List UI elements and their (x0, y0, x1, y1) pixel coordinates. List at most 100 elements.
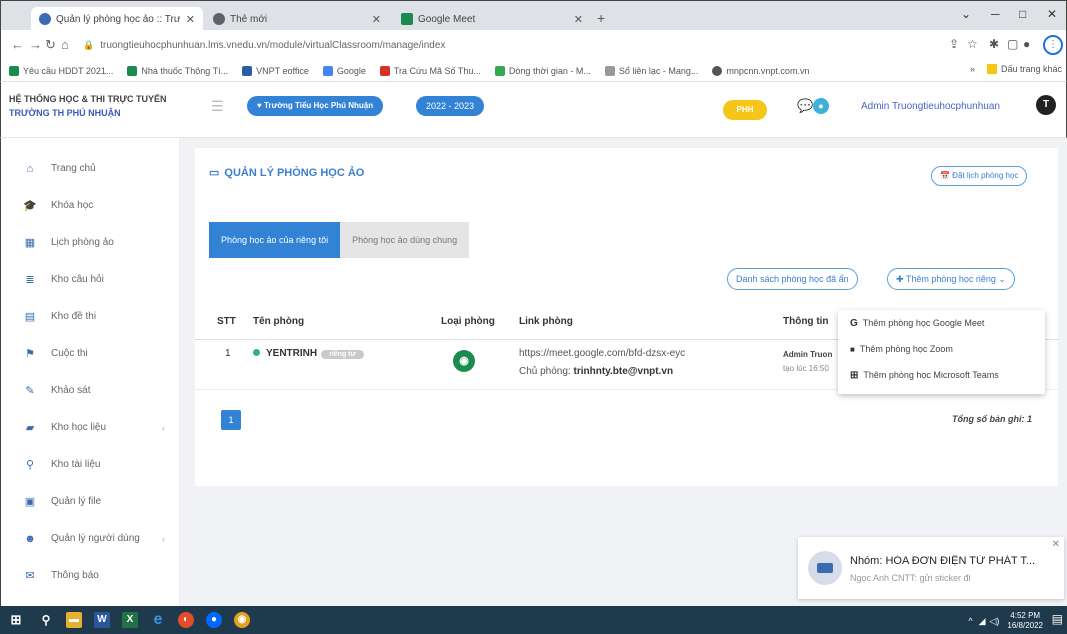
bookmark-item[interactable]: Sổ liên lạc - Mang... (604, 65, 698, 76)
sidebar-item[interactable]: ⚲ Kho tài liệu (1, 446, 179, 483)
reload-icon[interactable]: ↻ (45, 37, 56, 53)
chrome-icon[interactable]: ◉ (234, 612, 250, 628)
zalo-icon[interactable]: ● (206, 612, 222, 628)
bookmark-item[interactable]: Nhà thuốc Thông Tí... (127, 65, 228, 76)
sidebar-item[interactable]: ≣ Kho câu hỏi (1, 261, 179, 298)
forward-icon[interactable]: → (29, 37, 42, 52)
total-records: Tổng số bản ghi: 1 (952, 414, 1032, 424)
school-year-selector[interactable]: 2022 - 2023 (416, 96, 485, 116)
tab-google-meet[interactable]: Google Meet ✕ (393, 7, 591, 31)
sidebar-item[interactable]: ✉ Thông báo (1, 557, 179, 594)
zoom-camera-icon: ■ (850, 344, 855, 354)
bookmark-item[interactable]: Dòng thời gian - M... (494, 65, 591, 76)
bookmarks-bar: Yêu cầu HDDT 2021... Nhà thuốc Thông Tí.… (0, 60, 1067, 82)
file-explorer-icon[interactable]: ▬ (66, 612, 82, 628)
tray-arrow-icon[interactable]: ^ (968, 616, 972, 626)
tab-my-rooms[interactable]: Phòng học ảo của riêng tôi (209, 222, 341, 258)
home-browser-icon[interactable]: ⌂ (61, 37, 69, 52)
close-tab-icon[interactable]: ✕ (574, 13, 583, 26)
system-title: HỆ THỐNG HỌC & THI TRỰC TUYẾN (9, 94, 167, 104)
bookmark-item[interactable]: VNPT eoffice (242, 65, 309, 76)
paperclip-icon: ⚲ (25, 459, 35, 471)
notification-bell-icon[interactable]: ● (813, 98, 829, 114)
bookmark-item[interactable]: mnpcnn.vnpt.com.vn (712, 65, 809, 76)
sidebar-item-label: Kho câu hỏi (51, 274, 104, 285)
pagination-page-1[interactable]: 1 (221, 410, 241, 430)
sidebar-item[interactable]: ▤ Kho đề thi (1, 298, 179, 335)
sidebar-item[interactable]: 🎓 Khóa học (1, 187, 179, 224)
close-tab-icon[interactable]: ✕ (372, 13, 381, 26)
close-window-icon[interactable]: ✕ (1047, 7, 1057, 21)
tab-search-icon[interactable]: ⌄ (961, 7, 971, 21)
tab-new-tab[interactable]: Thẻ mới ✕ (205, 7, 389, 31)
chevron-icon: ‹ (162, 422, 165, 433)
windows-start-icon[interactable]: ⊞ (8, 612, 24, 628)
back-icon[interactable]: ← (11, 37, 24, 52)
library-icon: ▰ (25, 422, 35, 434)
chat-notification-toast[interactable]: Nhóm: HÓA ĐƠN ĐIỆN TỬ PHÁT T... Ngọc Anh… (798, 537, 1064, 599)
minimize-icon[interactable]: ─ (991, 7, 1000, 21)
close-toast-icon[interactable]: ✕ (1052, 539, 1060, 550)
column-room-type: Loại phòng (441, 316, 495, 327)
browser-menu-icon[interactable]: ⋮ (1043, 35, 1063, 55)
row-number: 1 (225, 348, 231, 359)
sidebar: ⌂ Trang chủ 🎓 Khóa học ▦ Lịch phòng ảo ≣ Kho câ… (0, 138, 180, 606)
extensions-icon[interactable]: ✱ (989, 37, 999, 51)
internet-explorer-icon[interactable]: e (150, 612, 166, 628)
sidebar-item[interactable]: ▦ Lịch phòng ảo (1, 224, 179, 261)
school-selector[interactable]: ♥ Trường Tiểu Học Phú Nhuận (247, 96, 384, 116)
home-icon: ⌂ (26, 162, 34, 175)
word-icon[interactable]: W (94, 612, 110, 628)
meet-favicon-icon (401, 13, 413, 25)
tab-virtual-classroom[interactable]: Quản lý phòng học ảo :: Trường ✕ (31, 7, 203, 31)
survey-icon: ✎ (25, 385, 35, 397)
file-manager-icon: ▣ (24, 496, 36, 508)
add-zoom-room[interactable]: ■ Thêm phòng học Zoom (838, 336, 1045, 362)
sidebar-item[interactable]: ⚑ Cuộc thi (1, 335, 179, 372)
user-name[interactable]: Admin Truongtieuhocphunhuan (861, 101, 1000, 112)
menu-toggle-icon[interactable]: ☰ (211, 98, 224, 115)
extension-puzzle-icon[interactable]: ● (1023, 37, 1030, 51)
role-badge[interactable]: PHH (723, 100, 767, 120)
sidebar-item[interactable]: ▰ Kho học liệu ‹ (1, 409, 179, 446)
schedule-room-button[interactable]: 📅 Đặt lịch phòng học (931, 166, 1028, 186)
avatar[interactable]: T (1036, 95, 1056, 115)
search-icon[interactable]: ⚲ (38, 612, 54, 628)
network-icon[interactable]: ◢ (979, 616, 986, 627)
chevron-icon: ‹ (162, 533, 165, 544)
bookmarks-more-icon[interactable]: » (970, 64, 975, 74)
sidebar-item[interactable]: ▣ Quản lý file (1, 483, 179, 520)
bookmark-item[interactable]: Tra Cứu Mã Số Thu... (379, 65, 481, 76)
close-tab-icon[interactable]: ✕ (186, 13, 195, 26)
volume-icon[interactable]: ◁) (989, 616, 999, 627)
bookmark-star-icon[interactable]: ☆ (967, 37, 978, 51)
tab-shared-rooms[interactable]: Phòng học ảo dùng chung (340, 222, 470, 258)
sidebar-item[interactable]: ✎ Khảo sát (1, 372, 179, 409)
add-teams-room[interactable]: ⊞ Thêm phòng học Microsoft Teams (838, 362, 1045, 388)
room-link[interactable]: https://meet.google.com/bfd-dzsx-eyc (519, 348, 685, 359)
sidebar-item-label: Khảo sát (51, 385, 91, 396)
add-google-meet-room[interactable]: G Thêm phòng học Google Meet (838, 310, 1045, 336)
clock[interactable]: 4:52 PM 16/8/2022 (1007, 611, 1043, 631)
other-bookmarks[interactable]: Dấu trang khác (1001, 64, 1062, 74)
sidebar-item[interactable]: ⌂ Trang chủ (1, 150, 179, 187)
url-input[interactable]: 🔒 truongtieuhocphunhuan.lms.vnedu.vn/mod… (75, 35, 935, 55)
column-room-link: Link phòng (519, 316, 573, 327)
bookmark-item[interactable]: Yêu cầu HDDT 2021... (9, 65, 113, 76)
excel-icon[interactable]: X (122, 612, 138, 628)
sidebar-item[interactable]: ☻ Quản lý người dùng ‹ (1, 520, 179, 557)
chat-icon[interactable]: 💬 (797, 98, 813, 114)
hidden-rooms-button[interactable]: Danh sách phòng học đã ẩn (727, 268, 858, 290)
room-name[interactable]: YENTRINH riêng tư (253, 348, 364, 359)
share-icon[interactable]: ⇪ (949, 37, 959, 51)
action-center-icon[interactable]: ▤ (1052, 612, 1063, 626)
bookmark-item[interactable]: Google (322, 65, 366, 76)
new-tab-button[interactable]: + (597, 10, 605, 26)
maximize-icon[interactable]: □ (1019, 7, 1026, 21)
coccoc-browser-icon[interactable]: ◐ (178, 612, 194, 628)
sidebar-item-label: Kho tài liệu (51, 459, 101, 470)
site-favicon-icon (39, 13, 51, 25)
monitor-icon: ▭ (209, 167, 220, 179)
add-private-room-button[interactable]: ✚ Thêm phòng học riêng ⌄ (887, 268, 1015, 290)
sidepanel-icon[interactable]: ▢ (1007, 37, 1018, 51)
